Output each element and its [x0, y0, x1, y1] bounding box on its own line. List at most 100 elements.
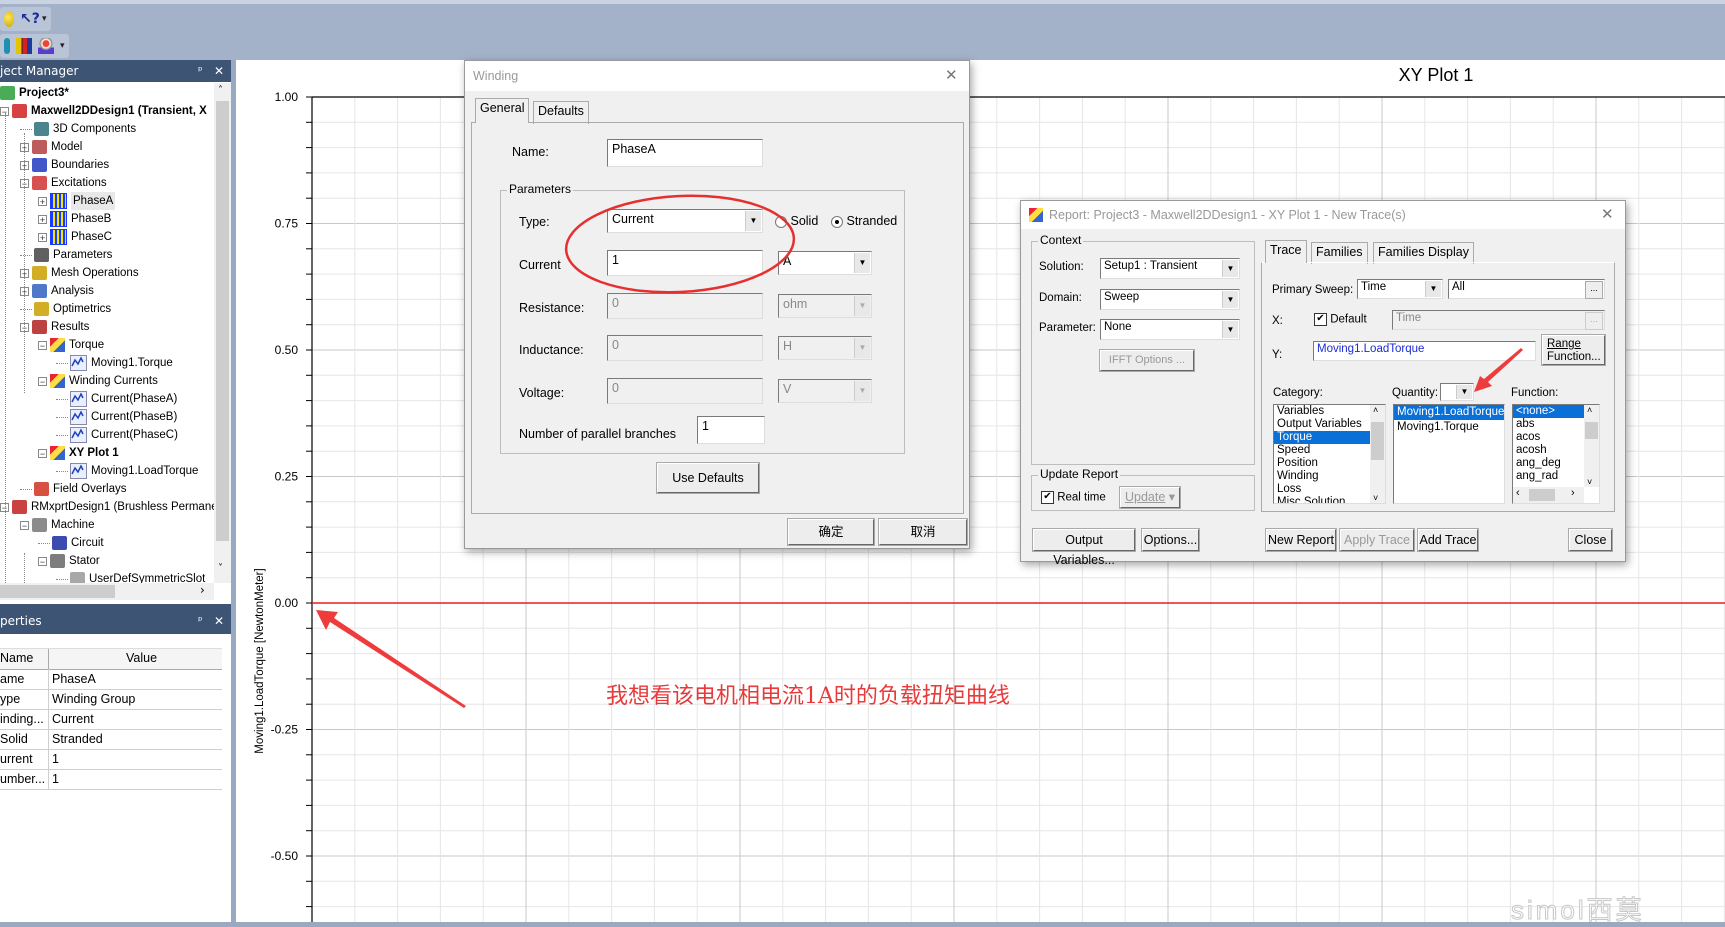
tree-item[interactable]: − RMxprtDesign1 (Brushless Permanent — [0, 498, 214, 516]
tab-defaults[interactable]: Defaults — [533, 101, 589, 124]
category-item[interactable]: Output Variables — [1274, 418, 1370, 431]
tree-item[interactable]: UserDefSymmetricSlot — [56, 570, 205, 583]
parameter-select[interactable]: None ▼ — [1100, 319, 1240, 340]
function-item[interactable]: abs — [1513, 418, 1584, 431]
solution-select[interactable]: Setup1 : Transient ▼ — [1100, 258, 1240, 279]
quantity-item[interactable]: Moving1.Torque — [1394, 420, 1504, 435]
category-item[interactable]: Loss — [1274, 483, 1370, 496]
tree-item[interactable]: Circuit — [38, 534, 104, 552]
tab-trace[interactable]: Trace — [1265, 240, 1307, 263]
tree-item[interactable]: − Stator — [38, 552, 100, 570]
tab-families[interactable]: Families — [1311, 242, 1368, 264]
use-defaults-button[interactable]: Use Defaults — [656, 462, 760, 494]
close-icon[interactable]: ✕ — [214, 60, 224, 82]
category-scrollbar[interactable]: ˄ ˅ — [1370, 405, 1385, 503]
realtime-checkbox[interactable]: ✔ Real time — [1041, 491, 1106, 504]
column-header-name[interactable]: Name — [0, 651, 33, 665]
tree-item[interactable]: − Torque — [38, 336, 104, 354]
close-button[interactable]: Close — [1568, 528, 1613, 552]
scroll-up-icon[interactable]: ˄ — [218, 85, 223, 96]
output-variables-button[interactable]: Output Variables... — [1032, 528, 1136, 567]
collapse-icon[interactable]: − — [38, 556, 47, 566]
function-item[interactable]: ang_deg — [1513, 457, 1584, 470]
close-icon[interactable]: ✕ — [214, 608, 224, 634]
domain-select[interactable]: Sweep ▼ — [1100, 289, 1240, 310]
property-row[interactable]: umber... 1 — [0, 769, 222, 790]
tree-item[interactable]: Current(PhaseA) — [56, 390, 177, 408]
lightbulb-icon[interactable] — [4, 11, 14, 27]
tree-item[interactable]: Parameters — [20, 246, 112, 264]
scrollbar-thumb[interactable] — [216, 101, 229, 541]
function-item[interactable]: acos — [1513, 431, 1584, 444]
tree-item[interactable]: Current(PhaseB) — [56, 408, 177, 426]
scroll-down-icon[interactable]: ˅ — [1587, 477, 1592, 487]
tree-item[interactable]: − Machine — [20, 516, 94, 534]
tree-item[interactable]: Current(PhaseC) — [56, 426, 178, 444]
close-icon[interactable]: ✕ — [945, 61, 958, 91]
x-input[interactable]: Time ... — [1392, 310, 1605, 330]
column-header-value[interactable]: Value — [126, 651, 157, 665]
toolbar-overflow-icon[interactable]: ▾ — [60, 41, 65, 51]
scroll-right-icon[interactable]: › — [1571, 487, 1575, 499]
update-button[interactable]: Update ▾ — [1119, 486, 1181, 509]
category-item[interactable]: Misc Solution — [1274, 496, 1370, 503]
tree-item[interactable]: + Mesh Operations — [20, 264, 139, 282]
tree-item[interactable]: − XY Plot 1 — [38, 444, 119, 462]
tree-horizontal-scrollbar[interactable]: › — [0, 583, 214, 600]
collapse-icon[interactable]: − — [38, 340, 47, 350]
tree-item[interactable]: − Maxwell2DDesign1 (Transient, X — [0, 102, 207, 120]
toolbar-overflow-icon[interactable]: ▾ — [42, 14, 47, 24]
category-item[interactable]: Variables — [1274, 405, 1370, 418]
tree-item[interactable]: 3D Components — [20, 120, 136, 138]
range-function-button[interactable]: Range Function... — [1541, 334, 1606, 366]
collapse-icon[interactable]: − — [20, 520, 29, 530]
expand-icon[interactable]: + — [38, 214, 47, 224]
tree-item[interactable]: − Winding Currents — [38, 372, 158, 390]
tree-item[interactable]: Moving1.LoadTorque — [56, 462, 198, 480]
scrollbar-thumb[interactable] — [1371, 422, 1384, 460]
category-item[interactable]: Torque — [1274, 431, 1370, 444]
scrollbar-thumb[interactable] — [1529, 489, 1555, 501]
ok-button[interactable]: 确定 — [787, 518, 875, 546]
tree-item[interactable]: Project3* — [0, 84, 69, 102]
tree-item[interactable]: + PhaseB — [38, 210, 111, 228]
scroll-down-icon[interactable]: ˅ — [218, 563, 223, 574]
tree-item[interactable]: + Boundaries — [20, 156, 109, 174]
quantity-item[interactable]: Moving1.LoadTorque — [1394, 405, 1504, 420]
parallel-branches-input[interactable]: 1 — [697, 416, 765, 444]
category-item[interactable]: Speed — [1274, 444, 1370, 457]
close-icon[interactable]: ✕ — [1601, 201, 1614, 229]
scroll-up-icon[interactable]: ˄ — [1587, 405, 1592, 415]
expand-icon[interactable]: + — [38, 232, 47, 242]
voltage-unit-select[interactable]: V ▼ — [778, 379, 872, 403]
primary-sweep-range[interactable]: All ... — [1448, 279, 1605, 299]
expand-icon[interactable]: + — [38, 196, 47, 206]
tree-item[interactable]: + PhaseC — [38, 228, 112, 246]
quantity-list[interactable]: Moving1.LoadTorque Moving1.Torque — [1393, 404, 1505, 504]
property-row[interactable]: urrent 1 — [0, 749, 222, 770]
scroll-right-icon[interactable]: › — [200, 583, 205, 597]
property-row[interactable]: Solid Stranded — [0, 729, 222, 750]
tab-general[interactable]: General — [475, 98, 530, 123]
function-item[interactable]: acosh — [1513, 444, 1584, 457]
help-pointer-icon[interactable]: ↖? — [20, 11, 40, 27]
property-row[interactable]: inding... Current — [0, 709, 222, 730]
category-item[interactable]: Position — [1274, 457, 1370, 470]
x-default-checkbox[interactable]: ✔ Default — [1314, 313, 1367, 326]
property-row[interactable]: ame PhaseA — [0, 669, 222, 690]
ifft-options-button[interactable]: IFFT Options ... — [1099, 349, 1195, 372]
function-item[interactable]: ang_rad — [1513, 470, 1584, 483]
new-report-button[interactable]: New Report — [1265, 528, 1337, 552]
cylinder-icon[interactable] — [4, 38, 10, 54]
stranded-radio[interactable]: Stranded — [831, 214, 897, 228]
tree-item[interactable]: Moving1.Torque — [56, 354, 173, 372]
ellipsis-button[interactable]: ... — [1585, 281, 1603, 299]
category-item[interactable]: Winding — [1274, 470, 1370, 483]
tree-item[interactable]: Field Overlays — [20, 480, 127, 498]
pin-icon[interactable]: ᵖ — [198, 60, 203, 82]
options-button[interactable]: Options... — [1141, 528, 1200, 552]
category-list[interactable]: Variables Output Variables Torque Speed Posi… — [1273, 404, 1386, 504]
collapse-icon[interactable]: − — [38, 376, 47, 386]
tab-families-display[interactable]: Families Display — [1373, 242, 1474, 264]
scrollbar-thumb[interactable] — [1585, 422, 1598, 439]
